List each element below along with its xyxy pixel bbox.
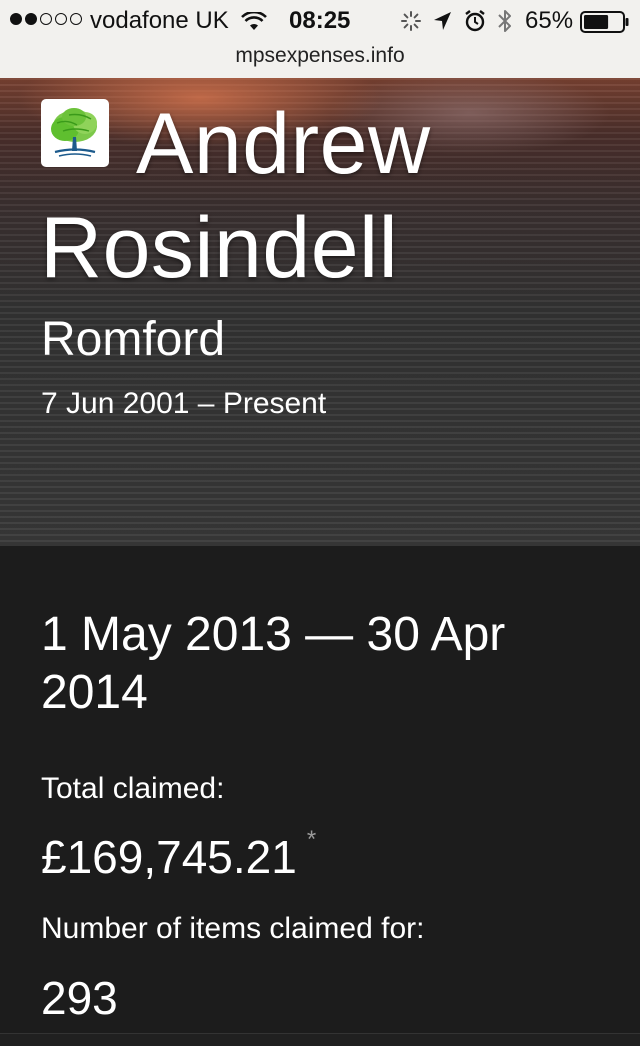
total-claimed-label: Total claimed: xyxy=(41,772,225,805)
signal-strength-icon xyxy=(10,13,82,25)
alarm-icon xyxy=(464,9,486,40)
signal-dot-filled xyxy=(25,13,37,25)
signal-dot-empty xyxy=(70,13,82,25)
activity-icon xyxy=(400,10,422,39)
items-count-label: Number of items claimed for: xyxy=(41,912,425,945)
bluetooth-icon xyxy=(496,8,514,41)
items-count-value: 293 xyxy=(41,972,118,1024)
battery-percentage: 65% xyxy=(525,7,574,34)
wifi-icon xyxy=(241,10,267,39)
signal-dot-empty xyxy=(55,13,67,25)
total-amount: £169,745.21 xyxy=(41,831,297,883)
mp-name: Andrew Rosindell xyxy=(40,96,431,296)
signal-dot-filled xyxy=(10,13,22,25)
location-arrow-icon xyxy=(432,10,452,39)
total-claimed-value: £169,745.21 * xyxy=(41,826,316,884)
battery-icon xyxy=(580,11,630,40)
url-text[interactable]: mpsexpenses.info xyxy=(235,44,404,67)
clock: 08:25 xyxy=(289,7,351,34)
address-bar[interactable]: mpsexpenses.info xyxy=(0,42,640,78)
signal-dot-empty xyxy=(40,13,52,25)
status-bar: vodafone UK 08:25 65% xyxy=(0,0,640,42)
term-dates: 7 Jun 2001 – Present xyxy=(41,387,327,420)
constituency: Romford xyxy=(41,313,226,366)
period-title: 1 May 2013 — 30 Apr 2014 xyxy=(41,608,506,719)
carrier-name: vodafone UK xyxy=(90,7,229,34)
expenses-summary: 1 May 2013 — 30 Apr 2014 Total claimed: … xyxy=(0,546,640,1045)
next-section-edge xyxy=(0,1033,640,1046)
footnote-marker[interactable]: * xyxy=(307,826,316,853)
